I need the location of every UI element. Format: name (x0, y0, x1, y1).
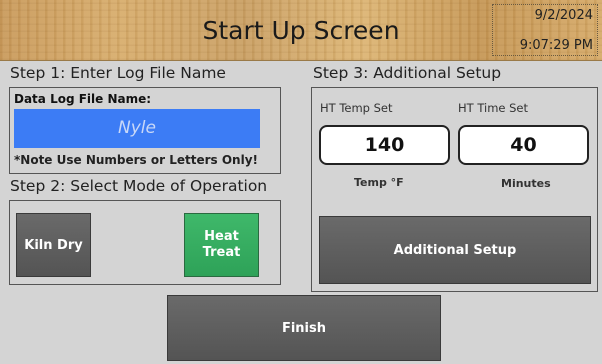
kiln-dry-button[interactable]: Kiln Dry (16, 213, 91, 277)
datetime-display: 9/2/2024 9:07:29 PM (492, 4, 598, 56)
heat-treat-label-line2: Treat (202, 245, 241, 260)
heat-treat-button[interactable]: Heat Treat (184, 213, 259, 277)
log-file-note: *Note Use Numbers or Letters Only! (14, 153, 259, 167)
time-unit-label: Minutes (501, 177, 551, 190)
ht-temp-set-label: HT Temp Set (320, 101, 393, 115)
finish-button[interactable]: Finish (167, 295, 441, 361)
log-file-name-input[interactable]: Nyle (14, 109, 260, 148)
log-file-label: Data Log File Name: (14, 92, 152, 106)
additional-setup-button[interactable]: Additional Setup (319, 216, 591, 284)
time-display: 9:07:29 PM (519, 38, 593, 53)
header-bar: Start Up Screen 9/2/2024 9:07:29 PM (0, 0, 602, 61)
ht-temp-input[interactable]: 140 (319, 125, 450, 165)
additional-setup-panel: HT Temp Set HT Time Set 140 40 Temp °F M… (311, 87, 598, 292)
step2-heading: Step 2: Select Mode of Operation (10, 177, 268, 195)
step3-heading: Step 3: Additional Setup (313, 64, 502, 82)
ht-time-input[interactable]: 40 (458, 125, 589, 165)
step1-heading: Step 1: Enter Log File Name (10, 64, 226, 82)
ht-time-set-label: HT Time Set (458, 101, 529, 115)
temp-unit-label: Temp °F (354, 176, 404, 189)
date-display: 9/2/2024 (534, 8, 593, 23)
heat-treat-label-line1: Heat (204, 229, 239, 244)
mode-panel: Kiln Dry Heat Treat (9, 200, 281, 285)
log-file-panel: Data Log File Name: Nyle *Note Use Numbe… (9, 87, 281, 174)
